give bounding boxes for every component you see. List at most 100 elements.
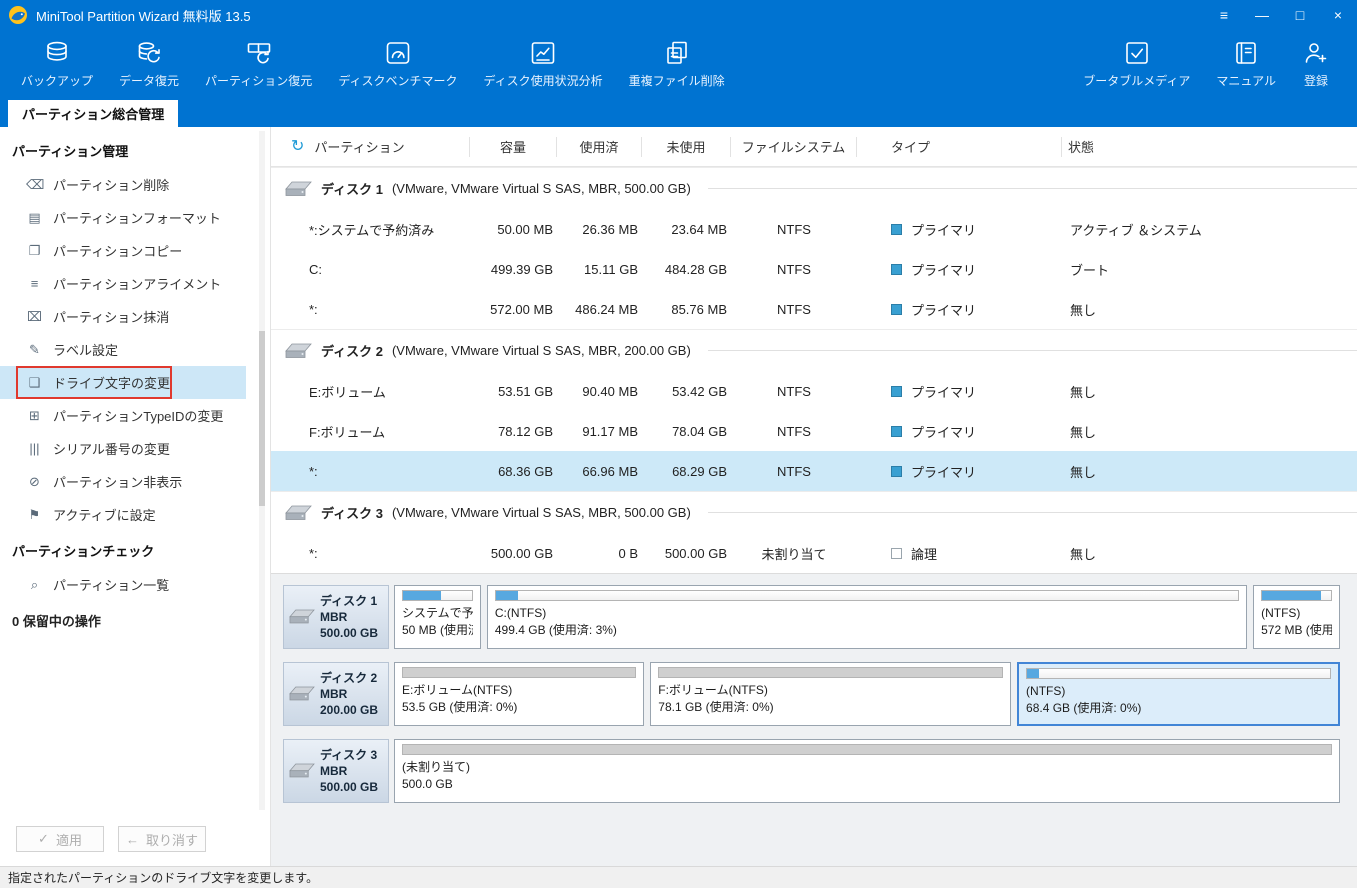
primary-type-square-icon [891, 465, 902, 477]
refresh-icon[interactable]: ↻ [291, 138, 304, 155]
toolbar-item-space-analyzer[interactable]: ディスク使用状況分析 [470, 30, 615, 89]
used-value: 15.11 GB [584, 261, 638, 277]
disk-group-header: ディスク 2 (VMware, VMware Virtual S SAS, MBR… [271, 329, 1357, 371]
toolbar-item-disk-benchmark[interactable]: ディスクベンチマーク [325, 30, 470, 89]
used-value: 486.24 MB [575, 301, 638, 317]
partition-row[interactable]: *: 572.00 MB 486.24 MB 85.76 MB NTFS プライマリ 無し [271, 289, 1357, 329]
menu-button[interactable]: ≡ [1205, 0, 1243, 30]
partition-block-name: (NTFS) [1261, 606, 1301, 620]
column-header-2: 容量 [470, 136, 557, 157]
sidebar-item-change-type-id[interactable]: ⊞ パーティションTypeIDの変更 [0, 399, 246, 432]
toolbar-item-data-recovery[interactable]: データ復元 [106, 30, 192, 89]
partition-name: E:ボリューム [309, 384, 386, 400]
disk-name: ディスク 2 [321, 344, 383, 359]
toolbar-item-bootable-media[interactable]: ブータブルメディア [1070, 30, 1203, 89]
partition-row[interactable]: *: 500.00 GB 0 B 500.00 GB 未割り当て 論理 無し [271, 533, 1357, 573]
disk-map-label[interactable]: ディスク 2 MBR 200.00 GB [283, 662, 389, 726]
status-bar: 指定されたパーティションのドライブ文字を変更します。 [0, 866, 1357, 888]
toolbar-item-backup[interactable]: バックアップ [8, 30, 106, 89]
undo-button-label: 取り消す [145, 832, 198, 848]
partition-block[interactable]: システムで予約 50 MB (使用済: [394, 585, 481, 649]
unused-value: 85.76 MB [671, 301, 727, 317]
sidebar-item-set-active[interactable]: ⚑ アクティブに設定 [0, 498, 246, 531]
sidebar-item-delete-partition[interactable]: ⌫ パーティション削除 [0, 168, 246, 201]
usage-bar [1261, 590, 1332, 601]
wipe-partition-icon: ⌧ [27, 308, 42, 324]
disk-map-row: ディスク 2 MBR 200.00 GB E:ボリューム(NTFS) 53.5 GB (… [283, 662, 1341, 726]
sidebar-item-copy-partition[interactable]: ❐ パーティションコピー [0, 234, 246, 267]
disk-benchmark-icon [384, 39, 412, 67]
usage-bar-fill [403, 745, 1331, 754]
partition-block-size: 499.4 GB (使用済: 3%) [494, 623, 617, 638]
set-active-icon: ⚑ [28, 506, 41, 522]
toolbar-item-duplicate-remover[interactable]: 重複ファイル削除 [616, 30, 738, 89]
tab-row: パーティション総合管理 [0, 100, 1357, 127]
used-value: 66.96 MB [582, 463, 638, 479]
disk-name: ディスク 3 [321, 506, 383, 521]
disk-drive-icon [289, 609, 315, 625]
sidebar-item-align-partition[interactable]: ≡ パーティションアライメント [0, 267, 246, 300]
disk-info: (VMware, VMware Virtual S SAS, MBR, 200.… [391, 343, 691, 358]
minimize-button[interactable]: — [1243, 0, 1281, 30]
usage-bar [658, 667, 1004, 678]
partition-name: *: [309, 545, 318, 561]
sidebar-item-hide-partition[interactable]: ⊘ パーティション非表示 [0, 465, 246, 498]
sidebar-item-change-drive-letter[interactable]: ❑ ドライブ文字の変更 [0, 366, 246, 399]
disk-map-size: 200.00 GB [320, 703, 379, 718]
disk-group-header: ディスク 1 (VMware, VMware Virtual S SAS, MBR… [271, 167, 1357, 209]
hide-partition-icon: ⊘ [29, 473, 40, 489]
partition-row[interactable]: C: 499.39 GB 15.11 GB 484.28 GB NTFS プライマリ ブート [271, 249, 1357, 289]
sidebar-footer: ✓ 適用 ← 取り消す [0, 816, 270, 866]
partition-block[interactable]: C:(NTFS) 499.4 GB (使用済: 3%) [486, 585, 1248, 649]
sidebar-item-format-partition[interactable]: ▤ パーティションフォーマット [0, 201, 246, 234]
sidebar-item-label: パーティションフォーマット [53, 211, 221, 226]
bootable-media-icon [1123, 39, 1151, 67]
maximize-button[interactable]: □ [1281, 0, 1319, 30]
close-button[interactable]: × [1319, 0, 1357, 30]
sidebar-item-partition-list[interactable]: ⌕ パーティション一覧 [0, 568, 246, 601]
partition-row[interactable]: E:ボリューム 53.51 GB 90.40 MB 53.42 GB NTFS プライマリ… [271, 371, 1357, 411]
sidebar-section-header: パーティションチェック [12, 544, 155, 559]
partition-row[interactable]: F:ボリューム 78.12 GB 91.17 MB 78.04 GB NTFS プライマリ… [271, 411, 1357, 451]
toolbar-item-register[interactable]: 登録 [1289, 30, 1343, 89]
disk-map-label[interactable]: ディスク 1 MBR 500.00 GB [283, 585, 389, 649]
apply-button-label: 適用 [55, 832, 82, 848]
sidebar-item-label: ドライブ文字の変更 [53, 376, 171, 391]
capacity-value: 78.12 GB [498, 423, 553, 439]
column-header-label: ファイルシステム [741, 140, 846, 155]
disk-map-scheme: MBR [320, 686, 348, 701]
partition-block[interactable]: F:ボリューム(NTFS) 78.1 GB (使用済: 0%) [650, 662, 1012, 726]
partition-block[interactable]: (NTFS) 572 MB (使用済 [1253, 585, 1340, 649]
tab-partition-management[interactable]: パーティション総合管理 [8, 100, 179, 127]
apply-button[interactable]: ✓ 適用 [16, 826, 104, 852]
partition-block[interactable]: E:ボリューム(NTFS) 53.5 GB (使用済: 0%) [394, 662, 645, 726]
undo-arrow-icon: ← [125, 831, 139, 847]
disk-drive-icon [289, 686, 315, 702]
partition-name: *: [309, 463, 318, 479]
column-header-3: 使用済 [557, 136, 642, 157]
sidebar-scrollbar-thumb[interactable] [259, 331, 265, 506]
disk-map: ディスク 1MBR500.00 GBシステムで予約50 MB (使用済:C:(N… [271, 573, 1357, 866]
toolbar-item-label: バックアップ [21, 74, 94, 88]
undo-button[interactable]: ← 取り消す [118, 826, 206, 852]
sidebar-item-set-label[interactable]: ✎ ラベル設定 [0, 333, 246, 366]
toolbar-item-manual[interactable]: マニュアル [1203, 30, 1289, 89]
manual-icon [1232, 39, 1260, 67]
toolbar-item-partition-recovery[interactable]: パーティション復元 [192, 30, 325, 89]
partition-block-name: F:ボリューム(NTFS) [658, 683, 768, 697]
partition-block[interactable]: (未割り当て) 500.0 GB [394, 739, 1340, 803]
capacity-value: 499.39 GB [490, 261, 553, 277]
partition-block[interactable]: (NTFS) 68.4 GB (使用済: 0%) [1017, 662, 1341, 726]
toolbar-item-label: ディスク使用状況分析 [483, 74, 603, 88]
partition-row[interactable]: *: 68.36 GB 66.96 MB 68.29 GB NTFS プライマリ 無し [271, 451, 1357, 491]
column-header-5: ファイルシステム [731, 136, 857, 157]
toolbar-item-label: 登録 [1303, 74, 1328, 88]
usage-bar-fill [659, 668, 1003, 677]
sidebar-item-wipe-partition[interactable]: ⌧ パーティション抹消 [0, 300, 246, 333]
partition-row[interactable]: *:システムで予約済み 50.00 MB 26.36 MB 23.64 MB NTFS プ… [271, 209, 1357, 249]
disk-info: (VMware, VMware Virtual S SAS, MBR, 500.… [391, 505, 691, 520]
sidebar-scrollbar[interactable] [259, 131, 265, 810]
disk-map-label[interactable]: ディスク 3 MBR 500.00 GB [283, 739, 389, 803]
disk-map-name: ディスク 1 [320, 593, 378, 608]
sidebar-item-change-serial-number[interactable]: ||| シリアル番号の変更 [0, 432, 246, 465]
